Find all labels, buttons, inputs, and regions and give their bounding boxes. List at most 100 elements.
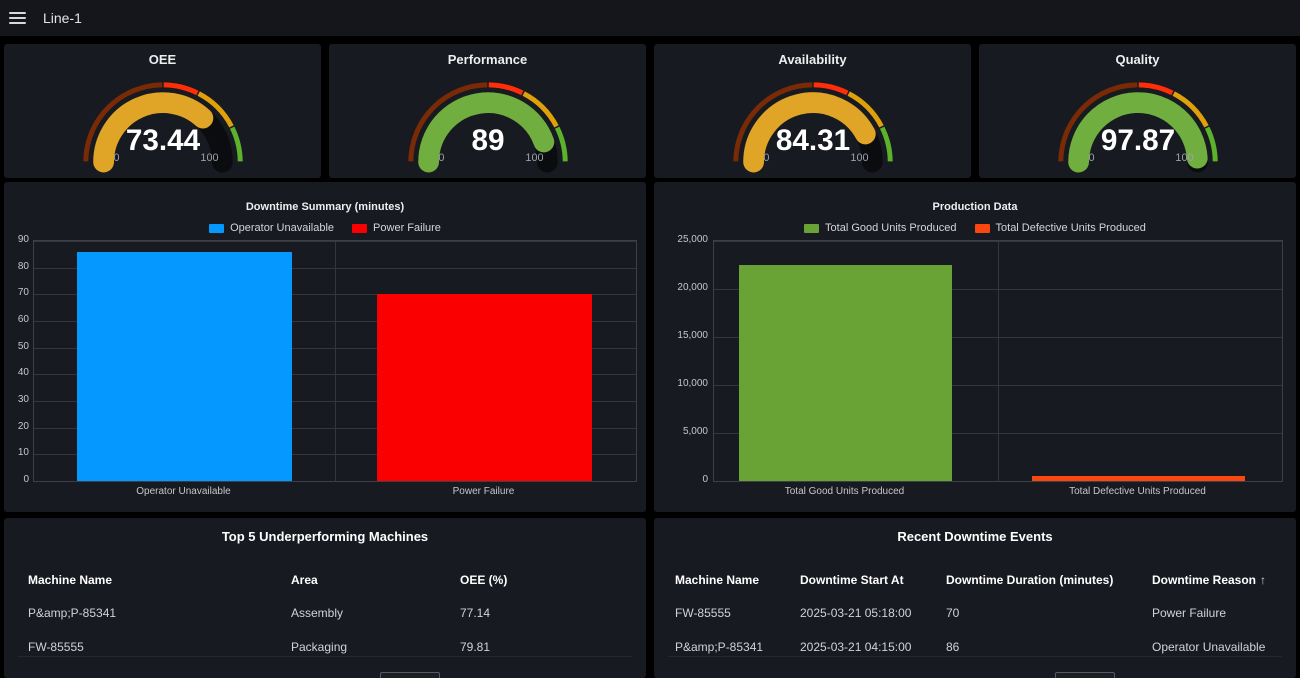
table-cell: Assembly xyxy=(291,606,460,620)
legend-label: Total Good Units Produced xyxy=(825,222,956,234)
y-axis-tick-label: 10,000 xyxy=(654,378,708,389)
gauge-arc: 73.440100 xyxy=(64,67,262,174)
panel-title[interactable]: Quality xyxy=(979,52,1296,67)
legend-item-power-failure[interactable]: Power Failure xyxy=(352,222,441,234)
panel-title[interactable]: OEE xyxy=(4,52,321,67)
y-axis-tick-label: 40 xyxy=(4,367,29,378)
table-cell: 2025-03-21 04:15:00 xyxy=(800,640,946,654)
table-cell: 2025-03-21 05:18:00 xyxy=(800,606,946,620)
gauge-min-label: 0 xyxy=(438,152,444,164)
gauge-max-label: 100 xyxy=(200,152,218,164)
gauge-min-label: 0 xyxy=(113,152,119,164)
table-row[interactable]: P&amp;P-853412025-03-21 04:15:0086Operat… xyxy=(654,630,1296,664)
panel-title[interactable]: Recent Downtime Events xyxy=(654,529,1296,544)
pagination-button[interactable] xyxy=(1055,672,1115,678)
column-header-machine-name[interactable]: Machine Name xyxy=(28,573,291,587)
panel-downtime-summary-chart: Downtime Summary (minutes) Operator Unav… xyxy=(4,182,646,512)
bar-total-defective-units-produced[interactable] xyxy=(1032,476,1245,481)
gauge-min-label: 0 xyxy=(1088,152,1094,164)
y-axis-tick-label: 15,000 xyxy=(654,330,708,341)
bar-total-good-units-produced[interactable] xyxy=(739,265,952,481)
quality-gauge: 97.87 0 100 xyxy=(979,67,1296,174)
panel-oee-gauge: OEE 73.440100 xyxy=(4,44,321,178)
legend: Total Good Units Produced Total Defective… xyxy=(654,222,1296,234)
column-header-area[interactable]: Area xyxy=(291,573,460,587)
column-header-downtime-start-at[interactable]: Downtime Start At xyxy=(800,573,946,587)
y-axis-tick-label: 80 xyxy=(4,261,29,272)
gauge-arc: 84.310100 xyxy=(714,67,912,174)
gauge-max-label: 100 xyxy=(525,152,543,164)
table-cell: FW-85555 xyxy=(28,640,291,654)
gauge-min-label: 0 xyxy=(763,152,769,164)
table-cell: Packaging xyxy=(291,640,460,654)
hamburger-menu-icon[interactable] xyxy=(9,12,26,24)
panel-title[interactable]: Performance xyxy=(329,52,646,67)
divider xyxy=(18,656,632,657)
legend-item-total-defective-units-produced[interactable]: Total Defective Units Produced xyxy=(975,222,1146,234)
column-header-downtime-reason[interactable]: Downtime Reason↑ xyxy=(1152,573,1296,587)
x-axis-category-label: Power Failure xyxy=(374,486,594,497)
availability-gauge: 84.310100 xyxy=(654,67,971,174)
panel-performance-gauge: Performance 89 0 100 xyxy=(329,44,646,178)
column-header-machine-name[interactable]: Machine Name xyxy=(675,573,800,587)
x-axis-category-label: Total Good Units Produced xyxy=(735,486,955,497)
plot-area xyxy=(713,240,1283,482)
legend-swatch-icon xyxy=(209,224,224,233)
column-header-oee[interactable]: OEE (%) xyxy=(460,573,646,587)
bar-operator-unavailable[interactable] xyxy=(77,252,292,481)
y-axis-tick-label: 90 xyxy=(4,234,29,245)
plot-area xyxy=(33,240,637,482)
y-axis-tick-label: 5,000 xyxy=(654,426,708,437)
y-axis-tick-label: 60 xyxy=(4,314,29,325)
table-row[interactable]: FW-85555Packaging79.81 xyxy=(4,630,646,664)
table-row[interactable]: P&amp;P-85341Assembly77.14 xyxy=(4,596,646,630)
legend: Operator Unavailable Power Failure xyxy=(4,222,646,234)
y-axis-tick-label: 20 xyxy=(4,421,29,432)
y-axis-tick-label: 25,000 xyxy=(654,234,708,245)
y-axis-tick-label: 10 xyxy=(4,447,29,458)
gauge-value: 89 xyxy=(471,124,504,157)
x-axis-category-label: Total Defective Units Produced xyxy=(1028,486,1248,497)
gauge-max-label: 100 xyxy=(1175,152,1193,164)
table-cell: 70 xyxy=(946,606,1152,620)
legend-label: Operator Unavailable xyxy=(230,222,334,234)
y-axis-tick-label: 30 xyxy=(4,394,29,405)
panel-title[interactable]: Availability xyxy=(654,52,971,67)
legend-item-total-good-units-produced[interactable]: Total Good Units Produced xyxy=(804,222,956,234)
performance-gauge: 89 0 100 xyxy=(329,67,646,174)
legend-swatch-icon xyxy=(352,224,367,233)
panel-title[interactable]: Downtime Summary (minutes) xyxy=(4,201,646,213)
table-cell: FW-85555 xyxy=(675,606,800,620)
legend-swatch-icon xyxy=(804,224,819,233)
y-axis-tick-label: 50 xyxy=(4,341,29,352)
table-header-row: Machine NameAreaOEE (%) xyxy=(4,570,646,590)
table-header-row: Machine NameDowntime Start AtDowntime Du… xyxy=(654,570,1296,590)
panel-production-data-chart: Production Data Total Good Units Produce… xyxy=(654,182,1296,512)
y-axis-tick-label: 70 xyxy=(4,287,29,298)
legend-swatch-icon xyxy=(975,224,990,233)
bar-power-failure[interactable] xyxy=(377,294,592,481)
table-cell: P&amp;P-85341 xyxy=(28,606,291,620)
table-cell: P&amp;P-85341 xyxy=(675,640,800,654)
gauge-arc: 89 0 100 xyxy=(389,67,587,174)
panel-quality-gauge: Quality 97.87 0 100 xyxy=(979,44,1296,178)
table-cell: 77.14 xyxy=(460,606,646,620)
x-axis-category-label: Operator Unavailable xyxy=(74,486,294,497)
panel-availability-gauge: Availability 84.310100 xyxy=(654,44,971,178)
legend-label: Total Defective Units Produced xyxy=(996,222,1146,234)
panel-title[interactable]: Top 5 Underperforming Machines xyxy=(4,529,646,544)
panel-title[interactable]: Production Data xyxy=(654,201,1296,213)
y-axis-tick-label: 0 xyxy=(4,474,29,485)
gauge-max-label: 100 xyxy=(850,152,868,164)
pagination-button[interactable] xyxy=(380,672,440,678)
table-row[interactable]: FW-855552025-03-21 05:18:0070Power Failu… xyxy=(654,596,1296,630)
legend-label: Power Failure xyxy=(373,222,441,234)
gauge-value: 97.87 xyxy=(1100,124,1174,157)
column-header-downtime-duration-minutes[interactable]: Downtime Duration (minutes) xyxy=(946,573,1152,587)
dashboard: Line-1 OEE 73.440100 Performance 890100 … xyxy=(0,0,1300,678)
gridline xyxy=(335,241,336,481)
y-axis-tick-label: 20,000 xyxy=(654,282,708,293)
legend-item-operator-unavailable[interactable]: Operator Unavailable xyxy=(209,222,334,234)
table-cell: Power Failure xyxy=(1152,606,1296,620)
gridline xyxy=(998,241,999,481)
